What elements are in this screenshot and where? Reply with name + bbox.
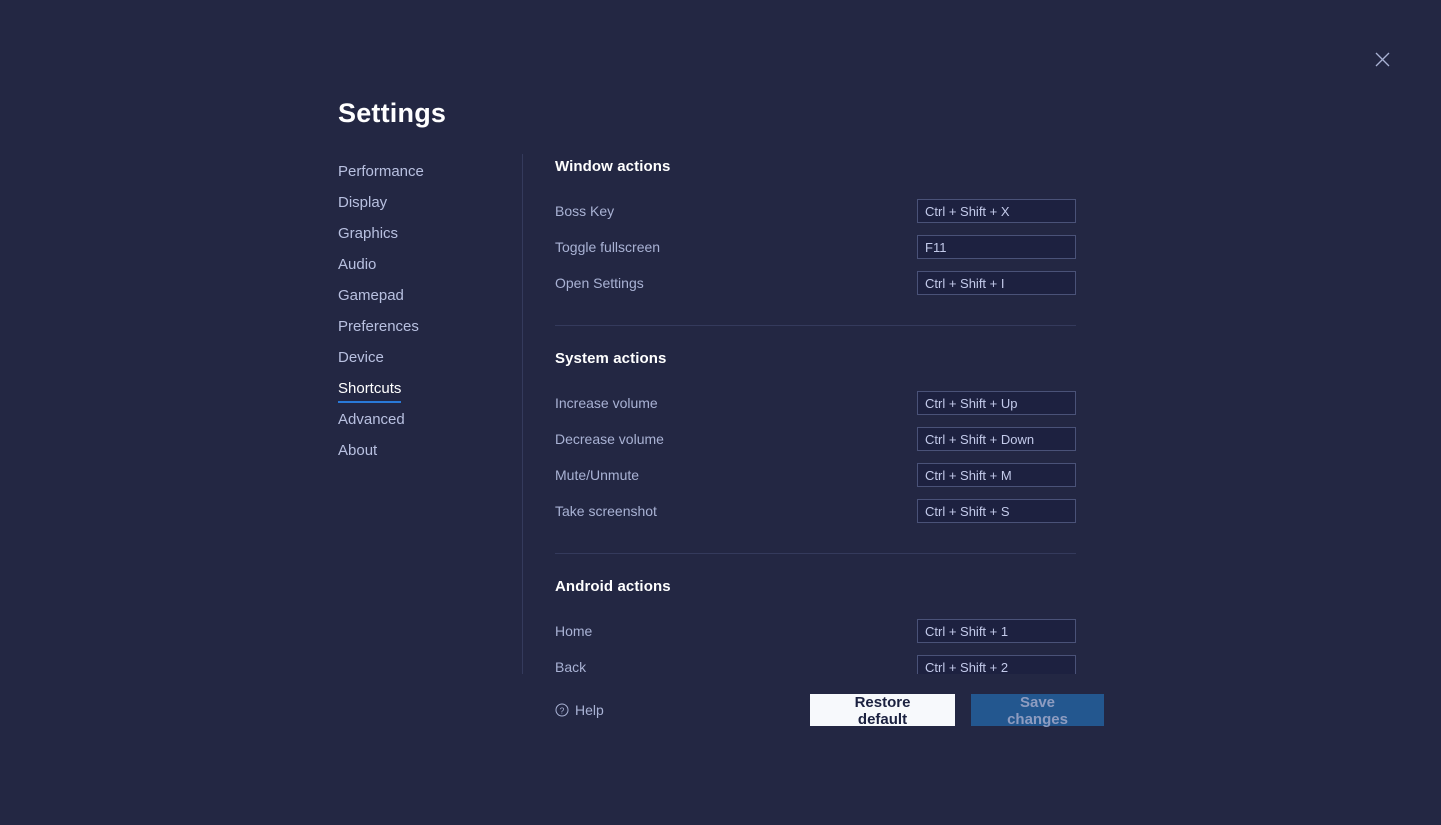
shortcuts-panel: Window actions Boss Key Toggle fullscreen O…: [523, 154, 1104, 674]
shortcut-label: Increase volume: [555, 395, 658, 411]
shortcut-row: Home: [555, 613, 1076, 649]
settings-dialog: Settings Performance Display Graphics Audio…: [338, 96, 1104, 674]
sidebar-item-advanced[interactable]: Advanced: [338, 410, 405, 441]
shortcut-label: Open Settings: [555, 275, 644, 291]
shortcut-row: Open Settings: [555, 265, 1076, 301]
section-title: System actions: [555, 350, 667, 367]
svg-text:?: ?: [560, 705, 565, 715]
section-title: Android actions: [555, 578, 671, 595]
section-divider: [555, 553, 1076, 554]
shortcut-input[interactable]: [917, 271, 1076, 295]
settings-footer: ? Help Restore default Save changes: [338, 694, 1104, 728]
settings-body: Performance Display Graphics Audio Gamepad Pr…: [338, 154, 1104, 674]
shortcut-row: Boss Key: [555, 193, 1076, 229]
shortcut-row: Toggle fullscreen: [555, 229, 1076, 265]
sidebar-item-graphics[interactable]: Graphics: [338, 224, 398, 255]
shortcut-label: Back: [555, 659, 587, 674]
shortcut-label: Take screenshot: [555, 503, 657, 519]
shortcut-row: Increase volume: [555, 385, 1076, 421]
footer-actions: Restore default Save changes: [810, 694, 1104, 728]
section-window-actions: Window actions Boss Key Toggle fullscreen O…: [555, 158, 1104, 301]
settings-sidebar: Performance Display Graphics Audio Gamepad Pr…: [338, 154, 523, 674]
shortcut-label: Mute/Unmute: [555, 467, 640, 483]
sidebar-item-display[interactable]: Display: [338, 193, 387, 224]
section-system-actions: System actions Increase volume Decrease vo…: [555, 325, 1104, 529]
shortcut-row: Back: [555, 649, 1076, 674]
section-android-actions: Android actionsHomeBackShakeRotate: [555, 553, 1104, 674]
help-label: Help: [575, 702, 604, 718]
shortcut-label: Home: [555, 623, 593, 639]
shortcut-input[interactable]: [917, 463, 1076, 487]
help-link[interactable]: ? Help: [555, 702, 604, 718]
shortcut-row: Take screenshot: [555, 493, 1076, 529]
help-circle-icon: ?: [555, 703, 569, 717]
shortcut-label: Decrease volume: [555, 431, 664, 447]
sidebar-item-gamepad[interactable]: Gamepad: [338, 286, 404, 317]
section-title: Window actions: [555, 158, 671, 175]
sidebar-item-shortcuts[interactable]: Shortcuts: [338, 379, 402, 403]
shortcut-row: Decrease volume: [555, 421, 1076, 457]
shortcut-label: Toggle fullscreen: [555, 239, 661, 255]
shortcut-label: Boss Key: [555, 203, 615, 219]
shortcut-input[interactable]: [917, 391, 1076, 415]
save-changes-button[interactable]: Save changes: [971, 694, 1104, 728]
shortcut-row: Mute/Unmute: [555, 457, 1076, 493]
shortcut-input[interactable]: [917, 427, 1076, 451]
sidebar-item-preferences[interactable]: Preferences: [338, 317, 419, 348]
shortcut-input[interactable]: [917, 655, 1076, 674]
close-button[interactable]: [1369, 46, 1395, 72]
close-icon: [1375, 52, 1389, 66]
sidebar-item-performance[interactable]: Performance: [338, 162, 424, 193]
sidebar-item-about[interactable]: About: [338, 441, 377, 472]
shortcut-input[interactable]: [917, 499, 1076, 523]
shortcut-input[interactable]: [917, 619, 1076, 643]
page-title: Settings: [338, 98, 447, 128]
sidebar-item-device[interactable]: Device: [338, 348, 384, 379]
shortcut-input[interactable]: [917, 235, 1076, 259]
shortcut-input[interactable]: [917, 199, 1076, 223]
restore-default-button[interactable]: Restore default: [810, 694, 955, 728]
sidebar-item-audio[interactable]: Audio: [338, 255, 376, 286]
section-divider: [555, 325, 1076, 326]
